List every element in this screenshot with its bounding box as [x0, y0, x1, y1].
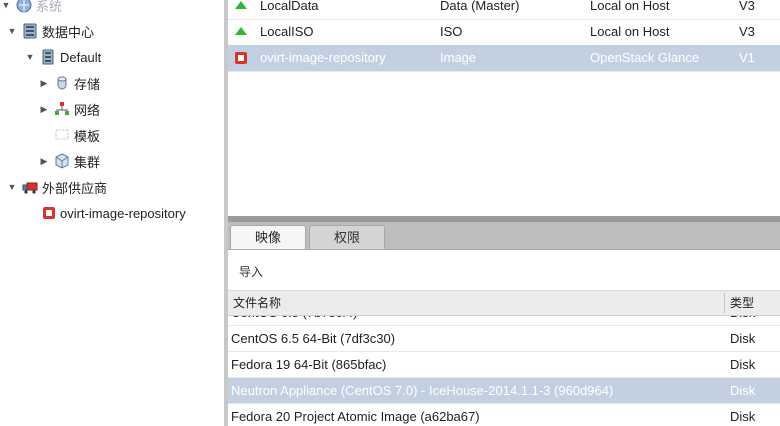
truck-icon: [22, 179, 38, 195]
table-row[interactable]: LocalData Data (Master) Local on Host V3: [228, 0, 780, 20]
tree-node-network[interactable]: ▶ 网络: [38, 98, 100, 120]
table-row[interactable]: CentOS 6.5 64-Bit (7df3c30) Disk: [228, 326, 780, 352]
storage-format: V1: [739, 50, 755, 65]
column-header-file-name[interactable]: 文件名称: [233, 291, 281, 315]
tab-images[interactable]: 映像: [230, 225, 306, 249]
network-icon: [54, 101, 70, 117]
storage-type: Image: [440, 50, 477, 65]
tree-label: 外部供应商: [42, 180, 108, 196]
table-row-selected[interactable]: Neutron Appliance (CentOS 7.0) - IceHous…: [228, 378, 780, 404]
collapse-arrow-icon[interactable]: ▼: [6, 25, 18, 37]
tree-node-default[interactable]: ▼ Default: [24, 46, 101, 68]
detail-toolbar: 导入: [228, 250, 780, 290]
storage-name: ovirt-image-repository: [260, 50, 386, 65]
image-type: Disk: [730, 316, 755, 326]
tab-permissions[interactable]: 权限: [309, 225, 385, 249]
datacenter-icon: [22, 23, 38, 39]
image-type: Disk: [730, 331, 756, 346]
images-grid-body: CentOS 6.5 (7b73cf4) Disk CentOS 6.5 64-…: [228, 316, 780, 426]
collapse-arrow-icon[interactable]: ▼: [0, 0, 12, 11]
tree-node-provider-item[interactable]: ovirt-image-repository: [42, 202, 186, 224]
tree-label: 网络: [74, 102, 101, 118]
collapse-arrow-icon[interactable]: ▼: [6, 181, 18, 193]
tree-node-datacenter[interactable]: ▼ 数据中心: [6, 20, 94, 42]
collapse-arrow-icon[interactable]: ▼: [24, 51, 36, 63]
storage-cylinder-icon: [54, 75, 70, 91]
storage-type: ISO: [440, 24, 463, 39]
datacenter-icon: [40, 49, 56, 65]
tree-node-cluster[interactable]: ▶ 集群: [38, 150, 100, 172]
tree-node-system[interactable]: ▼ 系统: [0, 0, 62, 16]
table-row-selected[interactable]: ovirt-image-repository Image OpenStack G…: [228, 45, 780, 72]
expand-arrow-icon[interactable]: ▶: [38, 103, 50, 115]
tree-label: 存储: [74, 76, 101, 92]
image-type: Disk: [730, 409, 756, 424]
image-name: CentOS 6.5 (7b73cf4): [231, 316, 357, 326]
storage-location: Local on Host: [590, 0, 670, 13]
cluster-cube-icon: [54, 153, 70, 169]
import-button[interactable]: 导入: [239, 263, 263, 280]
image-name: Neutron Appliance (CentOS 7.0) - IceHous…: [231, 383, 614, 398]
system-tree: ▼ 系统 ▼ 数据中心 ▼ Default ▶ 存储 ▶ 网络 模板 ▶ 集群 …: [0, 0, 224, 426]
table-row[interactable]: CentOS 6.5 (7b73cf4) Disk: [228, 316, 780, 326]
table-row[interactable]: LocalISO ISO Local on Host V3: [228, 19, 780, 46]
storage-format: V3: [739, 24, 755, 39]
tree-label: 模板: [74, 128, 101, 144]
storage-location: Local on Host: [590, 24, 670, 39]
expand-arrow-icon[interactable]: ▶: [38, 155, 50, 167]
image-name: Fedora 20 Project Atomic Image (a62ba67): [231, 409, 480, 424]
storage-name: LocalData: [260, 0, 319, 13]
image-name: CentOS 6.5 64-Bit (7df3c30): [231, 331, 396, 346]
table-row[interactable]: Fedora 19 64-Bit (865bfac) Disk: [228, 352, 780, 378]
tree-label: 集群: [74, 154, 101, 170]
storage-format: V3: [739, 0, 755, 13]
tree-node-template[interactable]: 模板: [54, 124, 100, 146]
storage-location: OpenStack Glance: [590, 50, 700, 65]
tree-label: 系统: [36, 0, 63, 14]
glance-icon: [234, 45, 252, 71]
detail-pane: 映像 权限 导入 文件名称 类型 CentOS 6.5 (7b73cf4) Di…: [228, 222, 780, 426]
up-arrow-icon: [234, 19, 252, 45]
glance-icon: [42, 206, 56, 220]
images-grid-header: 文件名称 类型: [228, 290, 780, 316]
tree-label: ovirt-image-repository: [60, 205, 186, 221]
globe-icon: [16, 0, 32, 13]
storage-domain-grid: LocalData Data (Master) Local on Host V3…: [228, 0, 780, 216]
tree-node-external-provider[interactable]: ▼ 外部供应商: [6, 176, 107, 198]
image-name: Fedora 19 64-Bit (865bfac): [231, 357, 387, 372]
detail-tab-strip: 映像 权限: [228, 222, 780, 250]
template-icon: [54, 127, 70, 143]
image-type: Disk: [730, 383, 756, 398]
tree-label: Default: [60, 49, 102, 65]
storage-type: Data (Master): [440, 0, 520, 13]
image-type: Disk: [730, 357, 756, 372]
tree-label: 数据中心: [42, 24, 95, 40]
table-row[interactable]: Fedora 20 Project Atomic Image (a62ba67)…: [228, 404, 780, 426]
expand-arrow-icon[interactable]: ▶: [38, 77, 50, 89]
column-header-type[interactable]: 类型: [730, 291, 754, 315]
tree-node-storage[interactable]: ▶ 存储: [38, 72, 100, 94]
storage-name: LocalISO: [260, 24, 314, 39]
column-divider[interactable]: [724, 293, 725, 313]
up-arrow-icon: [234, 0, 252, 19]
